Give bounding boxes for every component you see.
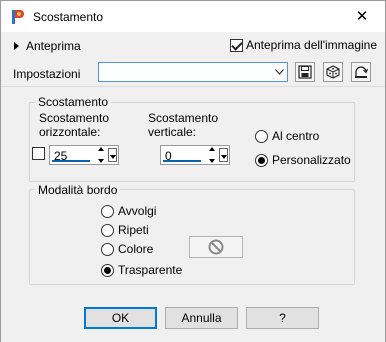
increment-arrow-icon[interactable] bbox=[209, 147, 215, 151]
radio-color[interactable]: Colore bbox=[101, 242, 153, 256]
help-button-label: ? bbox=[279, 311, 286, 325]
radio-repeat-label: Ripeti bbox=[118, 223, 149, 237]
radio-repeat-button[interactable] bbox=[101, 223, 114, 237]
offset-group-title: Scostamento bbox=[35, 95, 112, 109]
no-color-icon bbox=[208, 239, 224, 255]
window-title: Scostamento bbox=[33, 10, 104, 24]
chevron-down-icon[interactable] bbox=[271, 63, 287, 81]
image-preview-label: Anteprima dell'immagine bbox=[246, 38, 378, 52]
cancel-button-label: Annulla bbox=[181, 311, 222, 325]
close-icon: ✕ bbox=[355, 8, 369, 25]
ok-button-label: OK bbox=[111, 311, 130, 325]
radio-repeat[interactable]: Ripeti bbox=[101, 223, 149, 237]
link-offsets-checkbox[interactable] bbox=[32, 147, 45, 160]
save-preset-button[interactable] bbox=[295, 62, 315, 82]
preview-expander-label: Anteprima bbox=[26, 39, 81, 53]
slider-dropdown-button[interactable] bbox=[219, 148, 228, 162]
radio-center-label: Al centro bbox=[272, 129, 320, 143]
stepper-arrows[interactable] bbox=[95, 147, 107, 163]
radio-center-button[interactable] bbox=[255, 129, 268, 143]
random-preset-button[interactable] bbox=[323, 62, 343, 82]
stepper-arrows[interactable] bbox=[206, 147, 218, 163]
radio-transparent[interactable]: Trasparente bbox=[101, 263, 182, 277]
decrement-arrow-icon[interactable] bbox=[209, 159, 215, 163]
app-icon bbox=[12, 10, 24, 24]
reset-arrow-icon bbox=[355, 66, 368, 78]
title-bar[interactable]: Scostamento ✕ bbox=[1, 1, 385, 32]
expand-arrow-icon bbox=[14, 42, 19, 50]
help-button[interactable]: ? bbox=[246, 307, 319, 329]
radio-custom[interactable]: Personalizzato bbox=[255, 153, 351, 167]
ok-button[interactable]: OK bbox=[84, 307, 157, 329]
cancel-button[interactable]: Annulla bbox=[165, 307, 238, 329]
decrement-arrow-icon[interactable] bbox=[98, 159, 104, 163]
edge-mode-group-title: Modalità bordo bbox=[35, 183, 121, 197]
image-preview-toggle[interactable]: Anteprima dell'immagine bbox=[230, 38, 377, 52]
radio-wrap-label: Avvolgi bbox=[118, 204, 157, 218]
reset-preset-button[interactable] bbox=[351, 62, 371, 82]
divider bbox=[1, 86, 385, 87]
radio-color-label: Colore bbox=[118, 242, 154, 256]
radio-color-button[interactable] bbox=[101, 242, 114, 256]
chevron-down-icon bbox=[109, 155, 116, 159]
radio-transparent-button[interactable] bbox=[101, 263, 114, 277]
settings-combobox[interactable] bbox=[98, 62, 288, 82]
vertical-offset-label-line1: Scostamento bbox=[148, 111, 219, 125]
vertical-offset-stepper[interactable]: 0 bbox=[160, 145, 230, 165]
slider-dropdown-button[interactable] bbox=[108, 148, 117, 162]
horizontal-offset-label-line1: Scostamento bbox=[39, 111, 110, 125]
radio-center[interactable]: Al centro bbox=[255, 129, 319, 143]
radio-custom-label: Personalizzato bbox=[272, 153, 351, 167]
floppy-disk-icon bbox=[298, 65, 312, 79]
dice-icon bbox=[326, 65, 340, 79]
close-button[interactable]: ✕ bbox=[339, 1, 385, 31]
image-preview-checkbox[interactable] bbox=[230, 38, 243, 52]
color-swatch[interactable] bbox=[189, 236, 243, 258]
increment-arrow-icon[interactable] bbox=[98, 147, 104, 151]
horizontal-offset-label-line2: orizzontale: bbox=[39, 125, 101, 139]
radio-wrap[interactable]: Avvolgi bbox=[101, 204, 156, 218]
settings-label: Impostazioni bbox=[13, 67, 81, 81]
radio-transparent-label: Trasparente bbox=[118, 263, 183, 277]
horizontal-offset-stepper[interactable]: 25 bbox=[49, 145, 119, 165]
chevron-down-icon bbox=[220, 155, 227, 159]
dialog-window: Scostamento ✕ Anteprima Anteprima dell'i… bbox=[0, 0, 386, 342]
radio-custom-button[interactable] bbox=[255, 153, 268, 167]
vertical-offset-label-line2: verticale: bbox=[148, 125, 197, 139]
radio-wrap-button[interactable] bbox=[101, 204, 114, 218]
preview-expander[interactable]: Anteprima bbox=[14, 39, 81, 53]
